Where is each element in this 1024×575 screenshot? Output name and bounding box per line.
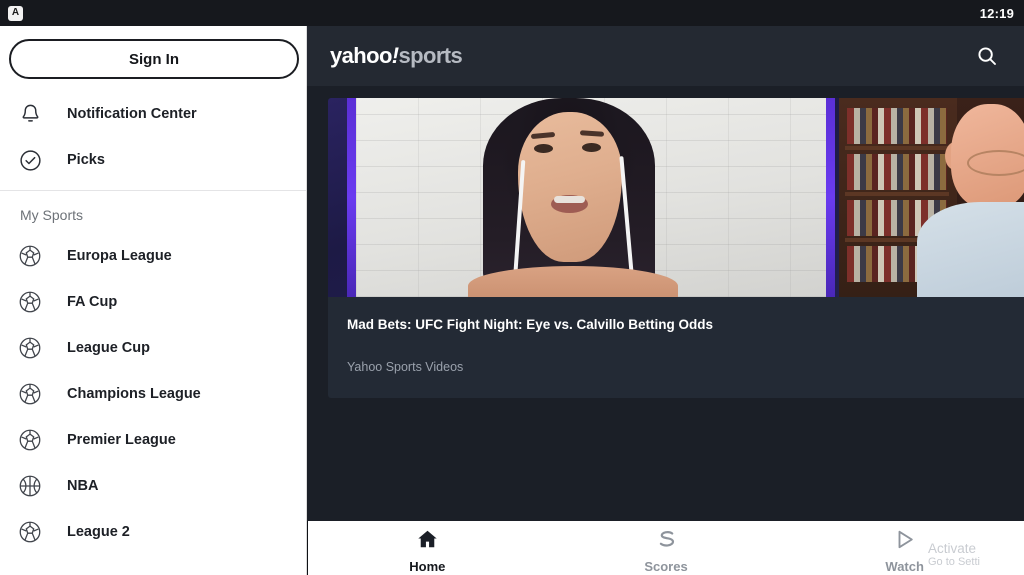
sidebar-item-champions-league[interactable]: Champions League (0, 371, 306, 417)
nav-item-scores[interactable]: Scores (547, 521, 786, 575)
soccer-ball-icon (14, 424, 46, 456)
logo-bang-text: ! (391, 43, 399, 68)
sidebar-item-label: Picks (67, 152, 105, 168)
status-bar: A 12:19 (0, 0, 1024, 26)
sidebar-item-league-cup[interactable]: League Cup (0, 325, 306, 371)
shelf-board (845, 192, 949, 196)
person-teeth (554, 196, 585, 203)
video-card[interactable]: Mad Bets: UFC Fight Night: Eye vs. Calvi… (328, 98, 1024, 399)
logo-sports-text: sports (398, 43, 463, 68)
scores-s-icon (654, 527, 679, 557)
accent-bar-right (826, 98, 835, 297)
sidebar-item-label: Premier League (67, 432, 176, 448)
signin-container: Sign In (0, 26, 306, 91)
soccer-ball-icon (14, 516, 46, 548)
nav-item-label: Watch (885, 558, 924, 574)
nav-item-label: Home (409, 558, 446, 574)
book-row (847, 154, 947, 190)
sidebar-item-league-2[interactable]: League 2 (0, 509, 306, 555)
person-eye-right (582, 143, 601, 152)
sidebar: Sign In Notification Center Picks My Spo… (0, 26, 307, 575)
shelf-board (845, 146, 949, 150)
sidebar-item-label: League 2 (67, 524, 130, 540)
logo-yahoo-text: yahoo (330, 43, 392, 68)
sidebar-item-label: Notification Center (67, 106, 197, 122)
person-eye-left (534, 144, 553, 153)
sidebar-item-label: Europa League (67, 248, 172, 264)
video-title[interactable]: Mad Bets: UFC Fight Night: Eye vs. Calvi… (347, 316, 1024, 334)
bell-icon (14, 98, 46, 130)
soccer-ball-icon (14, 286, 46, 318)
second-person-shirt (917, 202, 1024, 297)
accent-bar-left (347, 98, 356, 297)
sign-in-button[interactable]: Sign In (9, 39, 299, 79)
thumbnail-left-panel (328, 98, 839, 297)
app-root: A 12:19 Sign In Notification Center Pick… (0, 0, 1024, 575)
play-triangle-icon (892, 527, 917, 557)
sidebar-item-picks[interactable]: Picks (0, 137, 306, 183)
nav-item-home[interactable]: Home (308, 521, 547, 575)
bottom-navigation: Home Scores Watch (308, 521, 1024, 575)
soccer-ball-icon (14, 378, 46, 410)
status-clock: 12:19 (979, 5, 1014, 21)
main-content: yahoo!sports Mad Bets: UFC Fight Night: … (307, 26, 1024, 521)
check-circle-icon (14, 144, 46, 176)
sidebar-item-notification-center[interactable]: Notification Center (0, 91, 306, 137)
app-letter-icon: A (8, 5, 23, 21)
thumbnail-right-panel (839, 98, 1024, 297)
status-bar-left: A (8, 5, 23, 21)
video-thumbnail[interactable] (328, 98, 1024, 297)
sidebar-item-label: Champions League (67, 386, 201, 402)
sidebar-item-label: NBA (67, 478, 99, 494)
soccer-ball-icon (14, 240, 46, 272)
app-header: yahoo!sports (307, 26, 1024, 86)
yahoo-sports-logo: yahoo!sports (330, 43, 463, 69)
sidebar-item-premier-league[interactable]: Premier League (0, 417, 306, 463)
sidebar-item-label: FA Cup (67, 294, 118, 310)
sidebar-item-label: League Cup (67, 340, 150, 356)
sidebar-item-europa-league[interactable]: Europa League (0, 233, 306, 279)
nav-item-watch[interactable]: Watch (785, 521, 1024, 575)
sidebar-item-nba[interactable]: NBA (0, 463, 306, 509)
soccer-ball-icon (14, 332, 46, 364)
sidebar-item-fa-cup[interactable]: FA Cup (0, 279, 306, 325)
eyeglasses (967, 150, 1024, 176)
sidebar-section-my-sports: My Sports (20, 207, 84, 223)
video-source: Yahoo Sports Videos (347, 360, 464, 375)
basketball-icon (14, 470, 46, 502)
video-card-body: Mad Bets: UFC Fight Night: Eye vs. Calvi… (328, 297, 1024, 398)
search-icon[interactable] (970, 39, 1004, 73)
home-icon (415, 527, 440, 557)
nav-item-label: Scores (644, 558, 688, 574)
book-row (847, 108, 947, 144)
